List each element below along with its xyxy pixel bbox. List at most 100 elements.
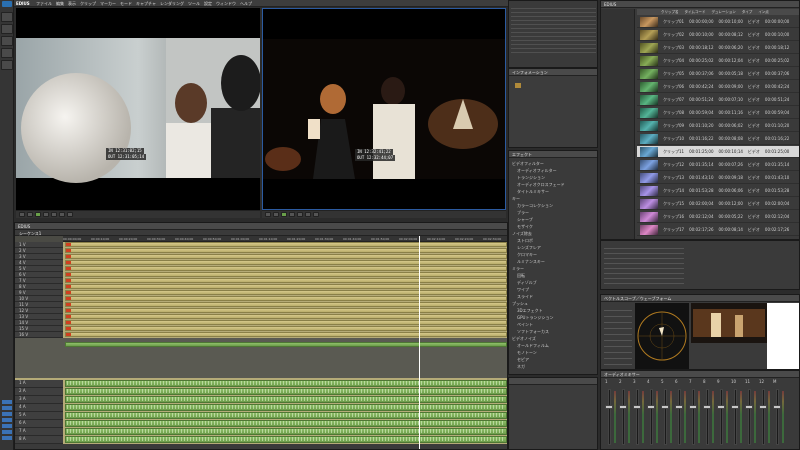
player-out-button[interactable] <box>67 212 73 217</box>
menu-item[interactable]: モード <box>120 1 132 7</box>
bin-clip-row[interactable]: クリップ03 00:00:18;12 00:00:06;20 ビデオ 00:00:18;… <box>637 42 799 54</box>
bin-column-title[interactable]: イン点 <box>758 9 769 15</box>
menu-item[interactable]: ヘルプ <box>240 1 252 7</box>
effect-tree-item[interactable]: スライド <box>517 294 533 300</box>
effect-tree-item[interactable]: プッシュ <box>512 301 528 307</box>
effect-tree-item[interactable]: トランジション <box>517 175 545 181</box>
playhead[interactable] <box>419 236 420 449</box>
mixer-fader-knob[interactable] <box>605 405 613 409</box>
video-clip[interactable] <box>65 266 507 271</box>
audio-clip-top[interactable] <box>65 342 507 347</box>
mixer-fader-knob[interactable] <box>689 405 697 409</box>
menu-item[interactable]: 編集 <box>56 1 64 7</box>
effect-tree-item[interactable]: GPUトランジション <box>517 315 553 321</box>
track-label-audio[interactable]: 8 A <box>15 436 63 444</box>
player-ff-button[interactable] <box>43 212 49 217</box>
bin-column-title[interactable]: タイプ <box>742 9 753 15</box>
bin-clip-row[interactable]: クリップ08 00:00:59;04 00:00:11;16 ビデオ 00:00:59;… <box>637 107 799 119</box>
mixer-fader-knob[interactable] <box>717 405 725 409</box>
menu-item[interactable]: クリップ <box>80 1 96 7</box>
mixer-fader-knob[interactable] <box>633 405 641 409</box>
tool-button-3[interactable] <box>1 36 13 46</box>
video-clip[interactable] <box>65 248 507 253</box>
bin-clip-row[interactable]: クリップ05 00:00:37;06 00:00:05;18 ビデオ 00:00:37;… <box>637 68 799 80</box>
bin-clip-row[interactable]: クリップ14 00:01:53;28 00:00:06;06 ビデオ 00:01:53;… <box>637 185 799 197</box>
mixer-fader-knob[interactable] <box>619 405 627 409</box>
video-clip[interactable] <box>65 326 507 331</box>
tool-button-2[interactable] <box>1 24 13 34</box>
bin-clip-row[interactable]: クリップ13 00:01:43;10 00:00:09;18 ビデオ 00:01:43;… <box>637 172 799 184</box>
tool-button-1[interactable] <box>1 12 13 22</box>
mixer-fader-knob[interactable] <box>759 405 767 409</box>
effect-tree-item[interactable]: ブラー <box>517 210 529 216</box>
video-clip[interactable] <box>65 296 507 301</box>
menu-item[interactable]: ツール <box>188 1 200 7</box>
effect-tree-item[interactable]: モザイク <box>517 224 533 230</box>
effect-tree-item[interactable]: ディゾルブ <box>517 280 537 286</box>
bin-clip-row[interactable]: クリップ04 00:00:25;02 00:00:12;04 ビデオ 00:00:25;… <box>637 55 799 67</box>
video-clip[interactable] <box>65 242 507 247</box>
tool-button-4[interactable] <box>1 48 13 58</box>
effect-tree-item[interactable]: ストロボ <box>517 238 533 244</box>
effect-tree-item[interactable]: ネガ <box>517 364 525 370</box>
effect-tree-item[interactable]: カラーコレクション <box>517 203 553 209</box>
effect-tree-item[interactable]: モノトーン <box>517 350 537 356</box>
effect-tree-item[interactable]: ビデオノイズ <box>512 336 536 342</box>
recorder-play-button[interactable] <box>281 212 287 217</box>
video-clip[interactable] <box>65 332 507 337</box>
video-clip[interactable] <box>65 254 507 259</box>
player-prev-button[interactable] <box>19 212 25 217</box>
track-label-audio[interactable]: 4 A <box>15 404 63 412</box>
recorder-monitor[interactable]: IN 12:32:41;22 OUT 12:32:44;07 <box>262 8 506 210</box>
bin-clip-row[interactable]: クリップ16 00:02:12;04 00:00:05;22 ビデオ 00:02:12;… <box>637 211 799 223</box>
video-clip[interactable] <box>65 308 507 313</box>
effect-tree-item[interactable]: ソフトフォーカス <box>517 329 549 335</box>
player-rewind-button[interactable] <box>27 212 33 217</box>
bin-clip-row[interactable]: クリップ15 00:02:00;04 00:00:12;00 ビデオ 00:02:00;… <box>637 198 799 210</box>
effect-tree-item[interactable]: レンズフレア <box>517 245 541 251</box>
video-clip[interactable] <box>65 302 507 307</box>
effect-tree-item[interactable]: シャープ <box>517 217 533 223</box>
bin-column-title[interactable]: クリップ名 <box>661 9 679 15</box>
mixer-fader-knob[interactable] <box>745 405 753 409</box>
video-clip[interactable] <box>65 260 507 265</box>
bin-column-title[interactable]: デュレーション <box>711 9 735 15</box>
effect-tree-item[interactable]: オーディオフィルター <box>517 168 557 174</box>
bin-column-title[interactable]: タイムコード <box>685 9 706 15</box>
video-clip[interactable] <box>65 278 507 283</box>
menu-item[interactable]: マーカー <box>100 1 116 7</box>
mixer-fader-knob[interactable] <box>731 405 739 409</box>
menu-item[interactable]: ファイル <box>36 1 52 7</box>
effect-tree-item[interactable]: タイトルミキサー <box>517 189 549 195</box>
recorder-in-button[interactable] <box>305 212 311 217</box>
effect-tree-item[interactable]: オーディオクロスフェード <box>517 182 565 188</box>
recorder-next-button[interactable] <box>297 212 303 217</box>
track-label-audio[interactable]: 6 A <box>15 420 63 428</box>
video-clip[interactable] <box>65 320 507 325</box>
effect-tree-item[interactable]: 3Dエフェクト <box>517 308 543 314</box>
mixer-fader-knob[interactable] <box>647 405 655 409</box>
menu-item[interactable]: 表示 <box>68 1 76 7</box>
player-play-button[interactable] <box>35 212 41 217</box>
video-clip[interactable] <box>65 314 507 319</box>
menu-item[interactable]: ウィンドウ <box>216 1 236 7</box>
track-label-audio[interactable]: 1 A <box>15 380 63 388</box>
player-next-button[interactable] <box>51 212 57 217</box>
track-label-audio[interactable]: 7 A <box>15 428 63 436</box>
bin-clip-row[interactable]: クリップ02 00:00:10;00 00:00:08;12 ビデオ 00:00:10;… <box>637 29 799 41</box>
recorder-rewind-button[interactable] <box>273 212 279 217</box>
mixer-fader-knob[interactable] <box>703 405 711 409</box>
recorder-prev-button[interactable] <box>265 212 271 217</box>
bin-clip-row[interactable]: クリップ12 00:01:35;14 00:00:07;26 ビデオ 00:01:35;… <box>637 159 799 171</box>
menu-item[interactable]: レンダリング <box>160 1 184 7</box>
menu-item[interactable]: キャプチャ <box>136 1 156 7</box>
bin-clip-row[interactable]: クリップ09 00:01:10;20 00:00:06;02 ビデオ 00:01:10;… <box>637 120 799 132</box>
effect-tree-item[interactable]: ルミナンスキー <box>517 259 545 265</box>
scope-controls[interactable] <box>604 305 632 365</box>
effect-tree-item[interactable]: ペイント <box>517 322 533 328</box>
effect-tree-item[interactable]: 回転 <box>517 273 525 279</box>
mixer-fader-knob[interactable] <box>661 405 669 409</box>
recorder-out-button[interactable] <box>313 212 319 217</box>
bin-folder-tree[interactable] <box>601 9 635 239</box>
player-monitor[interactable]: IN 12:31:02;15 OUT 12:31:05;14 <box>16 8 260 210</box>
